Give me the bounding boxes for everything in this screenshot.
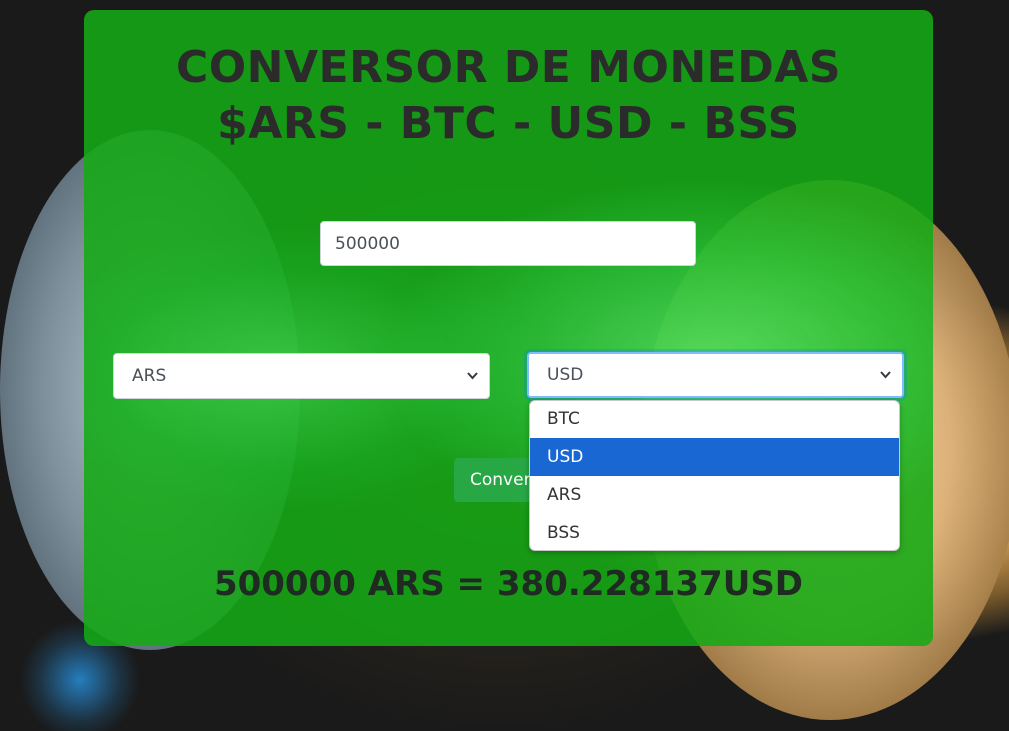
- dropdown-option-bss[interactable]: BSS: [530, 514, 899, 550]
- from-currency-select[interactable]: ARS: [113, 353, 490, 399]
- to-currency-value: USD: [547, 365, 584, 385]
- chevron-down-icon: [466, 354, 479, 417]
- amount-input[interactable]: 500000: [320, 221, 696, 266]
- dropdown-option-usd[interactable]: USD: [530, 438, 899, 476]
- title-line-1: CONVERSOR DE MONEDAS: [175, 42, 842, 93]
- from-currency-value: ARS: [132, 366, 167, 386]
- page-title: CONVERSOR DE MONEDAS $ARS - BTC - USD - …: [84, 40, 933, 152]
- conversion-result: 500000 ARS = 380.228137USD: [213, 564, 804, 604]
- to-currency-select[interactable]: USD: [527, 352, 904, 398]
- to-currency-dropdown[interactable]: BTC USD ARS BSS: [529, 400, 900, 551]
- dropdown-option-btc[interactable]: BTC: [530, 401, 899, 438]
- dropdown-option-ars[interactable]: ARS: [530, 476, 899, 514]
- title-line-2: $ARS - BTC - USD - BSS: [217, 98, 800, 149]
